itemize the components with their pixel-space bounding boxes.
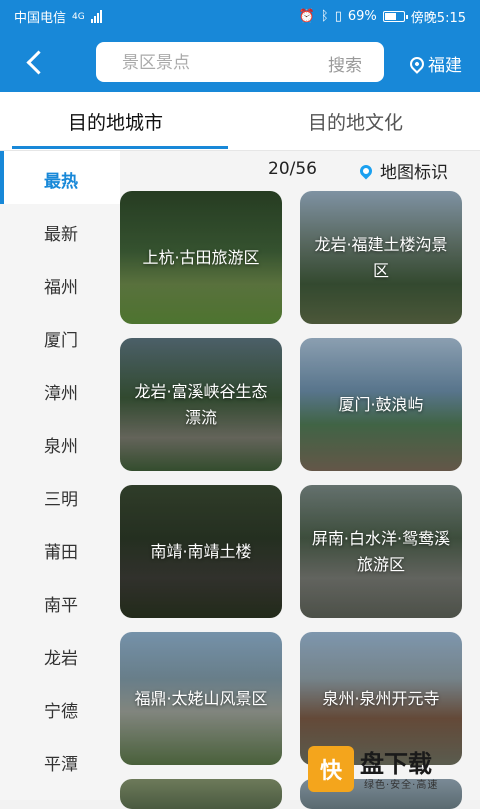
- sidebar-item-label: 最热: [44, 172, 78, 192]
- sidebar-item-label: 厦门: [44, 331, 78, 351]
- active-tab-indicator: [12, 146, 228, 149]
- battery-fill: [384, 13, 396, 20]
- sidebar-item-label: 最新: [44, 225, 78, 245]
- sidebar: 最热 最新 福州 厦门 漳州 泉州 三明 莆田 南平 龙岩 宁德 平潭: [0, 151, 120, 800]
- location-label: 福建: [428, 56, 462, 76]
- network-label: 4G: [72, 11, 85, 22]
- card-title: 厦门·鼓浪屿: [338, 394, 424, 414]
- sidebar-item-label: 泉州: [44, 437, 78, 457]
- sidebar-item-label: 福州: [44, 278, 78, 298]
- status-right: ⏰ ᛒ ▯ 69% 傍晚5:15: [299, 7, 466, 26]
- battery-icon: [382, 11, 408, 22]
- search-input[interactable]: [120, 50, 304, 76]
- clock: 傍晚5:15: [410, 11, 466, 26]
- scenic-card[interactable]: 福鼎·太姥山风景区: [120, 632, 282, 765]
- alarm-icon: ⏰: [298, 9, 315, 24]
- search-box: 搜索: [96, 42, 384, 82]
- sidebar-item-quanzhou[interactable]: 泉州: [0, 416, 120, 469]
- sidebar-item-xiamen[interactable]: 厦门: [0, 310, 120, 363]
- sidebar-item-fuzhou[interactable]: 福州: [0, 257, 120, 310]
- watermark: 快 盘下载 绿色·安全·高速: [308, 744, 474, 794]
- scenic-card-partial[interactable]: [120, 779, 282, 809]
- sidebar-item-label: 龙岩: [44, 649, 78, 669]
- scenic-card[interactable]: 龙岩·福建土楼沟景区: [300, 191, 462, 324]
- battery-percent: 69%: [347, 9, 377, 24]
- card-title: 龙岩·富溪峡谷生态漂流: [134, 381, 268, 427]
- scenic-card[interactable]: 屏南·白水洋·鸳鸯溪旅游区: [300, 485, 462, 618]
- status-bar: 中国电信 4G ⏰ ᛒ ▯ 69% 傍晚5:15: [0, 0, 480, 32]
- scenic-card[interactable]: 龙岩·富溪峡谷生态漂流: [120, 338, 282, 471]
- sidebar-item-sanming[interactable]: 三明: [0, 469, 120, 522]
- sidebar-item-ningde[interactable]: 宁德: [0, 681, 120, 734]
- card-title: 上杭·古田旅游区: [142, 247, 260, 267]
- sidebar-item-label: 漳州: [44, 384, 78, 404]
- sidebar-item-label: 平潭: [44, 755, 78, 775]
- sidebar-item-hottest[interactable]: 最热: [0, 151, 120, 204]
- back-button[interactable]: [22, 48, 50, 76]
- map-pin-icon: [357, 162, 375, 179]
- tab-destination-city[interactable]: 目的地城市: [68, 108, 163, 135]
- result-count: 20/56: [268, 159, 317, 179]
- content-panel: 20/56 地图标识 上杭·古田旅游区 龙岩·福建土楼沟景区 龙岩·富溪峡谷生态…: [120, 151, 480, 809]
- vibrate-icon: ▯: [334, 9, 342, 24]
- sidebar-item-putian[interactable]: 莆田: [0, 522, 120, 575]
- search-button[interactable]: 搜索: [328, 51, 362, 76]
- card-title: 龙岩·福建土楼沟景区: [314, 234, 448, 280]
- tab-bar: 目的地城市 目的地文化: [0, 92, 480, 151]
- scenic-card[interactable]: 上杭·古田旅游区: [120, 191, 282, 324]
- carrier-label: 中国电信: [14, 11, 67, 26]
- scenic-card[interactable]: 厦门·鼓浪屿: [300, 338, 462, 471]
- header: 搜索 福建: [0, 32, 480, 92]
- scenic-card[interactable]: 南靖·南靖土楼: [120, 485, 282, 618]
- sidebar-item-label: 宁德: [44, 702, 78, 722]
- signal-icon: [90, 10, 102, 23]
- sidebar-item-label: 三明: [44, 490, 78, 510]
- bluetooth-icon: ᛒ: [320, 9, 329, 24]
- card-title: 南靖·南靖土楼: [150, 541, 252, 561]
- map-pin-icon: [407, 53, 427, 74]
- sidebar-item-longyan[interactable]: 龙岩: [0, 628, 120, 681]
- watermark-subtitle: 绿色·安全·高速: [364, 780, 439, 791]
- map-marker-button[interactable]: 地图标识: [357, 158, 448, 183]
- watermark-title: 盘下载: [360, 750, 432, 778]
- sidebar-item-pingtan[interactable]: 平潭: [0, 734, 120, 787]
- watermark-logo: 快: [308, 746, 354, 792]
- status-left: 中国电信 4G: [14, 7, 102, 26]
- card-title: 屏南·白水洋·鸳鸯溪旅游区: [311, 528, 451, 574]
- sidebar-item-nanping[interactable]: 南平: [0, 575, 120, 628]
- card-title: 福鼎·太姥山风景区: [134, 688, 268, 708]
- sidebar-item-zhangzhou[interactable]: 漳州: [0, 363, 120, 416]
- location-selector[interactable]: 福建: [407, 51, 462, 76]
- sidebar-item-newest[interactable]: 最新: [0, 204, 120, 257]
- map-marker-label: 地图标识: [380, 163, 448, 183]
- tab-destination-culture[interactable]: 目的地文化: [308, 108, 403, 135]
- sidebar-item-label: 南平: [44, 596, 78, 616]
- sidebar-item-label: 莆田: [44, 543, 78, 563]
